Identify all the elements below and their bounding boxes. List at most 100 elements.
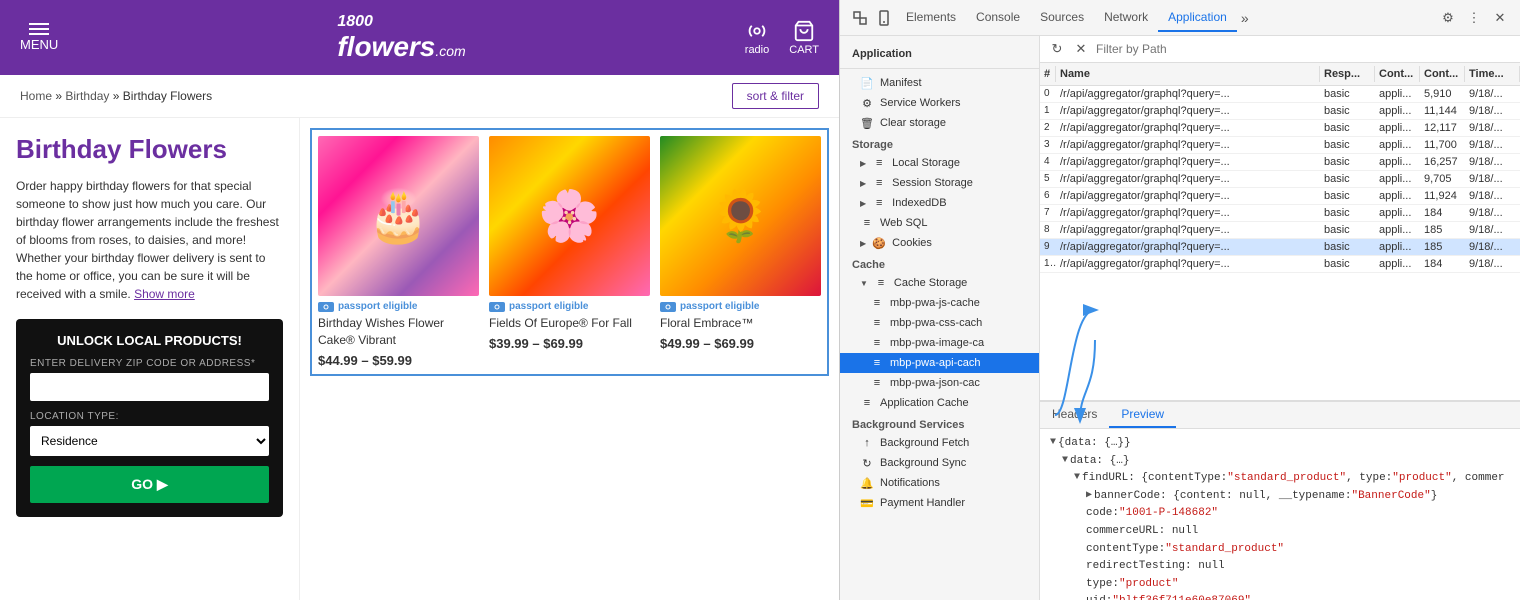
- row-cont1: appli...: [1375, 256, 1420, 272]
- bg-sync-label: Background Sync: [880, 457, 966, 469]
- settings-icon[interactable]: ⚙: [1436, 6, 1460, 30]
- table-row[interactable]: 3 /r/api/aggregator/graphql?query=... ba…: [1040, 137, 1520, 154]
- indexeddb-icon: ≡: [872, 196, 886, 210]
- tab-sources[interactable]: Sources: [1030, 4, 1094, 32]
- refresh-button[interactable]: ↻: [1048, 40, 1066, 58]
- table-row[interactable]: 7 /r/api/aggregator/graphql?query=... ba…: [1040, 205, 1520, 222]
- devtools-panel: Elements Console Sources Network Applica…: [840, 0, 1520, 600]
- table-row[interactable]: 1 /r/api/aggregator/graphql?query=... ba…: [1040, 103, 1520, 120]
- tab-headers[interactable]: Headers: [1040, 402, 1109, 428]
- sidebar-item-indexeddb[interactable]: ▶ ≡ IndexedDB: [840, 193, 1039, 213]
- app-sidebar: Application 📄 Manifest ⚙ Service Workers…: [840, 36, 1040, 600]
- product-card[interactable]: 🌸 passport eligible Fields Of Europe® Fo…: [489, 136, 650, 368]
- logo-top: 1800: [337, 13, 373, 30]
- session-storage-label: Session Storage: [892, 177, 973, 189]
- table-row[interactable]: 4 /r/api/aggregator/graphql?query=... ba…: [1040, 154, 1520, 171]
- menu-button[interactable]: MENU: [20, 23, 58, 52]
- app-cache-label: Application Cache: [880, 397, 969, 409]
- table-row[interactable]: 2 /r/api/aggregator/graphql?query=... ba…: [1040, 120, 1520, 137]
- tab-preview[interactable]: Preview: [1109, 402, 1176, 428]
- sidebar-item-local-storage[interactable]: ▶ ≡ Local Storage: [840, 153, 1039, 173]
- table-row[interactable]: 10 /r/api/aggregator/graphql?query=... b…: [1040, 256, 1520, 273]
- devtools-device-icon[interactable]: [872, 6, 896, 30]
- close-icon[interactable]: ✕: [1488, 6, 1512, 30]
- show-more-link[interactable]: Show more: [134, 287, 195, 301]
- devtools-inspect-icon[interactable]: [848, 6, 872, 30]
- row-cont1: appli...: [1375, 222, 1420, 238]
- row-time: 9/18/...: [1465, 103, 1520, 119]
- row-time: 9/18/...: [1465, 120, 1520, 136]
- row-name: /r/api/aggregator/graphql?query=...: [1056, 188, 1320, 204]
- sidebar-item-session-storage[interactable]: ▶ ≡ Session Storage: [840, 173, 1039, 193]
- row-num: 6: [1040, 188, 1056, 204]
- expand-icon: ▶: [860, 159, 866, 168]
- radio-button[interactable]: radio: [745, 20, 769, 56]
- sidebar-item-api-cache[interactable]: ≡ mbp-pwa-api-cach: [840, 353, 1039, 373]
- sidebar-item-image-cache[interactable]: ≡ mbp-pwa-image-ca: [840, 333, 1039, 353]
- sort-filter-button[interactable]: sort & filter: [732, 83, 819, 109]
- cache-storage-icon: ≡: [874, 276, 888, 290]
- sidebar-item-clear-storage[interactable]: 🗑 Clear storage: [840, 113, 1039, 133]
- row-cont1: appli...: [1375, 120, 1420, 136]
- sidebar-item-js-cache[interactable]: ≡ mbp-pwa-js-cache: [840, 293, 1039, 313]
- go-button[interactable]: GO ▶: [30, 466, 269, 503]
- row-num: 5: [1040, 171, 1056, 187]
- tab-console[interactable]: Console: [966, 4, 1030, 32]
- service-workers-label: Service Workers: [880, 97, 960, 109]
- table-row[interactable]: 0 /r/api/aggregator/graphql?query=... ba…: [1040, 86, 1520, 103]
- json-cache-label: mbp-pwa-json-cac: [890, 377, 980, 389]
- row-resp: basic: [1320, 239, 1375, 255]
- location-select[interactable]: Residence: [30, 426, 269, 456]
- table-row[interactable]: 6 /r/api/aggregator/graphql?query=... ba…: [1040, 188, 1520, 205]
- api-cache-label: mbp-pwa-api-cach: [890, 357, 980, 369]
- cart-button[interactable]: CART: [789, 20, 819, 56]
- tab-elements[interactable]: Elements: [896, 4, 966, 32]
- row-num: 10: [1040, 256, 1056, 272]
- row-time: 9/18/...: [1465, 222, 1520, 238]
- col-name: Name: [1056, 66, 1320, 82]
- row-num: 3: [1040, 137, 1056, 153]
- row-resp: basic: [1320, 256, 1375, 272]
- row-cont2: 11,144: [1420, 103, 1465, 119]
- sidebar-item-service-workers[interactable]: ⚙ Service Workers: [840, 93, 1039, 113]
- breadcrumb: Home » Birthday » Birthday Flowers: [20, 89, 212, 103]
- sidebar-item-cookies[interactable]: ▶ 🍪 Cookies: [840, 233, 1039, 253]
- tab-more[interactable]: »: [1237, 4, 1253, 32]
- tab-application[interactable]: Application: [1158, 4, 1237, 32]
- product-card[interactable]: 🎂 passport eligible Birthday Wishes Flow…: [318, 136, 479, 368]
- product-card[interactable]: 🌻 passport eligible Floral Embrace™ $49.…: [660, 136, 821, 368]
- more-options-icon[interactable]: ⋮: [1462, 6, 1486, 30]
- sidebar-item-manifest[interactable]: 📄 Manifest: [840, 73, 1039, 93]
- breadcrumb-home[interactable]: Home: [20, 89, 52, 103]
- sidebar-item-application-cache[interactable]: ≡ Application Cache: [840, 393, 1039, 413]
- sidebar-item-web-sql[interactable]: ≡ Web SQL: [840, 213, 1039, 233]
- product-price-0: $44.99 – $59.99: [318, 353, 479, 368]
- sidebar-item-bg-fetch[interactable]: ↑ Background Fetch: [840, 433, 1039, 453]
- logo[interactable]: 1800 flowers.com: [337, 13, 465, 63]
- table-row[interactable]: 8 /r/api/aggregator/graphql?query=... ba…: [1040, 222, 1520, 239]
- passport-badge-2: passport eligible: [660, 301, 821, 312]
- local-storage-icon: ≡: [872, 156, 886, 170]
- row-resp: basic: [1320, 120, 1375, 136]
- sidebar-item-payment-handler[interactable]: 💳 Payment Handler: [840, 493, 1039, 513]
- tab-network[interactable]: Network: [1094, 4, 1158, 32]
- filter-input[interactable]: [1096, 42, 1512, 56]
- page-description: Order happy birthday flowers for that sp…: [16, 177, 283, 303]
- zip-input[interactable]: [30, 373, 269, 401]
- breadcrumb-birthday[interactable]: Birthday: [65, 89, 109, 103]
- json-line: ▶ bannerCode: {content: null, __typename…: [1050, 488, 1510, 506]
- bottom-panel: Headers Preview ▼ {data: {…}}▼ data: {…}…: [1040, 400, 1520, 600]
- breadcrumb-bar: Home » Birthday » Birthday Flowers sort …: [0, 75, 839, 118]
- sidebar-item-cache-storage[interactable]: ▼ ≡ Cache Storage: [840, 273, 1039, 293]
- sidebar-item-json-cache[interactable]: ≡ mbp-pwa-json-cac: [840, 373, 1039, 393]
- clear-button[interactable]: ✕: [1072, 40, 1090, 58]
- table-row[interactable]: 5 /r/api/aggregator/graphql?query=... ba…: [1040, 171, 1520, 188]
- table-row[interactable]: 9 /r/api/aggregator/graphql?query=... ba…: [1040, 239, 1520, 256]
- sidebar-item-notifications[interactable]: 🔔 Notifications: [840, 473, 1039, 493]
- row-cont2: 185: [1420, 222, 1465, 238]
- sidebar-item-bg-sync[interactable]: ↻ Background Sync: [840, 453, 1039, 473]
- row-resp: basic: [1320, 222, 1375, 238]
- row-cont2: 9,705: [1420, 171, 1465, 187]
- row-cont1: appli...: [1375, 154, 1420, 170]
- sidebar-item-css-cache[interactable]: ≡ mbp-pwa-css-cach: [840, 313, 1039, 333]
